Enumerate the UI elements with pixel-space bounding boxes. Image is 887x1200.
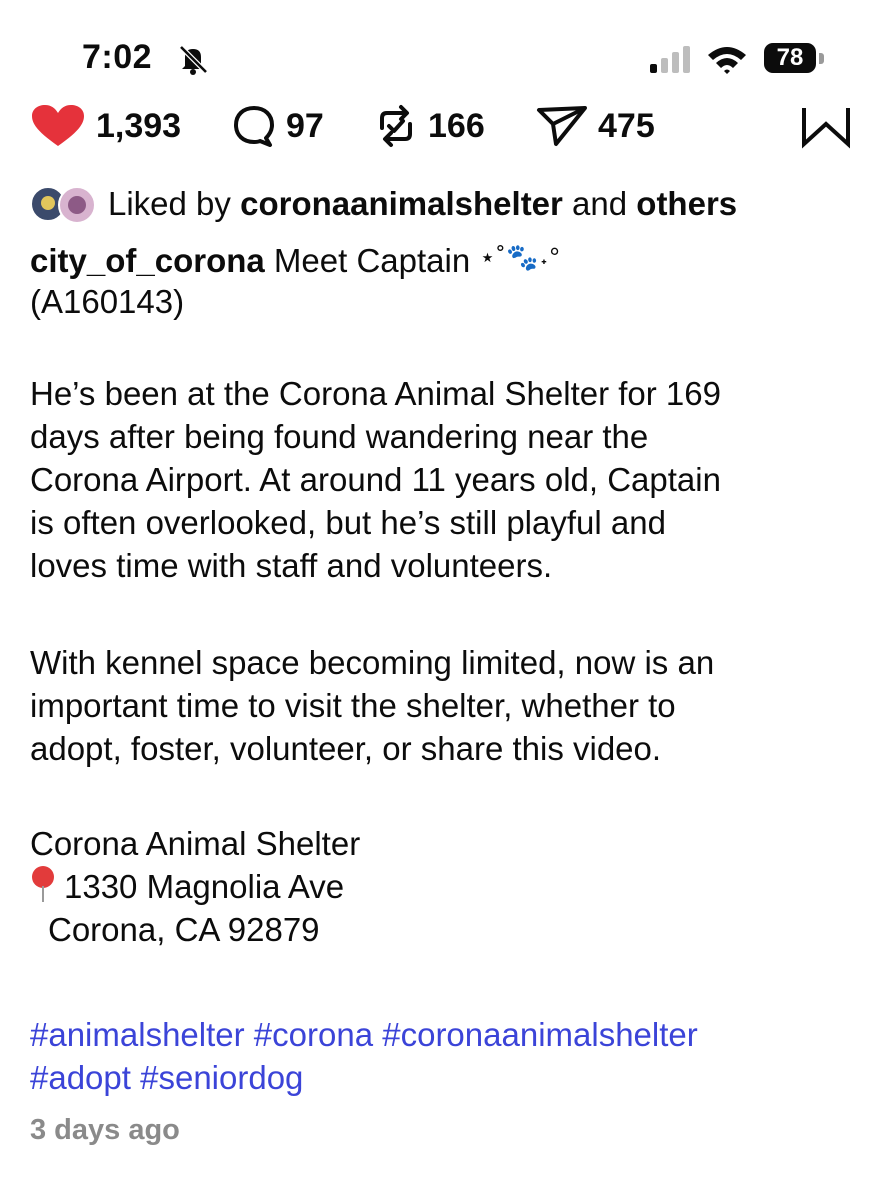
cellular-signal-icon: [650, 46, 690, 73]
liked-by-prefix: Liked by: [108, 185, 241, 222]
like-button[interactable]: 1,393: [30, 104, 181, 148]
repost-icon: [380, 105, 412, 147]
avatar: [58, 186, 96, 224]
shelter-name: Corona Animal Shelter: [30, 825, 361, 862]
hashtag-link[interactable]: #corona: [254, 1016, 373, 1053]
battery-icon: 78: [764, 43, 824, 75]
address-city: Corona, CA 92879: [48, 911, 320, 948]
caption-paragraph-2: With kennel space becoming limited, now …: [30, 641, 860, 770]
share-count: 475: [598, 106, 655, 145]
comment-button[interactable]: 97: [232, 104, 324, 148]
comment-icon: [234, 106, 274, 147]
caption-text-line: He’s been at the Corona Animal Shelter f…: [30, 375, 721, 412]
hashtag-link[interactable]: #coronaanimalshelter: [382, 1016, 698, 1053]
post-timestamp: 3 days ago: [30, 1114, 180, 1146]
caption-text-line: loves time with staff and volunteers.: [30, 547, 553, 584]
heart-icon: [32, 105, 84, 146]
liked-by-user-link[interactable]: coronaanimalshelter: [240, 185, 563, 223]
caption-id: (A160143): [30, 283, 185, 320]
caption-text-line: days after being found wandering near th…: [30, 418, 649, 455]
hashtag-link[interactable]: #adopt: [30, 1059, 131, 1096]
comment-count: 97: [286, 106, 324, 145]
address-street: 1330 Magnolia Ave: [64, 868, 345, 905]
caption-text-line: adopt, foster, volunteer, or share this …: [30, 730, 662, 767]
hashtag-link[interactable]: #animalshelter: [30, 1016, 245, 1053]
caption-decoration: ⋆˚🐾˖°: [479, 242, 561, 272]
caption-text-line: With kennel space becoming limited, now …: [30, 644, 715, 681]
caption-text-line: is often overlooked, but he’s still play…: [30, 504, 666, 541]
caption-text-line: Corona Airport. At around 11 years old, …: [30, 461, 721, 498]
liked-by-middle: and: [562, 185, 637, 222]
threads-w-icon[interactable]: [800, 102, 852, 150]
location-pin-icon: [30, 866, 56, 902]
liker-avatars: [30, 184, 100, 224]
caption-header: city_of_corona Meet Captain ⋆˚🐾˖°: [30, 237, 561, 281]
wifi-icon: [708, 47, 746, 74]
shelter-address-block: Corona Animal Shelter 1330 Magnolia Ave …: [30, 822, 860, 951]
post-username-link[interactable]: city_of_corona: [30, 242, 265, 279]
bell-slash-icon: [179, 45, 208, 75]
hashtag-link[interactable]: #seniordog: [140, 1059, 303, 1096]
caption-paragraph-1: He’s been at the Corona Animal Shelter f…: [30, 372, 860, 587]
like-count: 1,393: [96, 106, 182, 145]
liked-by-row[interactable]: Liked by coronaanimalshelter and others: [30, 182, 737, 226]
post-actions: 1,393 97 166 475: [0, 100, 887, 152]
share-button[interactable]: 475: [536, 104, 655, 148]
caption-text-line: important time to visit the shelter, whe…: [30, 687, 676, 724]
status-bar: 7:02 78: [0, 0, 887, 100]
liked-by-others-link[interactable]: others: [636, 185, 737, 223]
status-time: 7:02: [82, 38, 153, 76]
hashtags: #animalshelter #corona #coronaanimalshel…: [30, 1013, 698, 1099]
repost-button[interactable]: 166: [374, 104, 485, 148]
battery-level: 78: [776, 44, 804, 71]
caption-start: Meet Captain: [264, 242, 480, 279]
share-icon: [537, 106, 587, 146]
repost-count: 166: [428, 106, 485, 145]
